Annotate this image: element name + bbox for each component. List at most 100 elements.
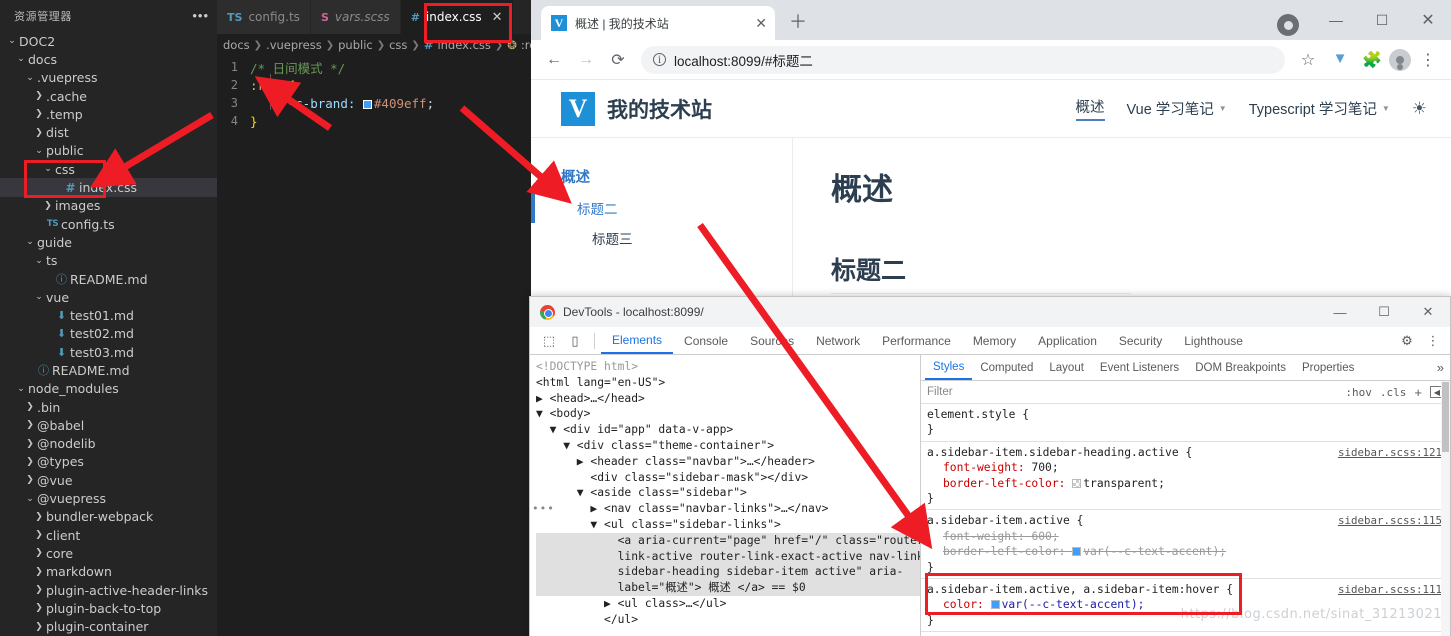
tree-item-ts[interactable]: ⌄ts: [0, 252, 217, 270]
dom-line[interactable]: <!DOCTYPE html>: [536, 359, 920, 375]
dom-line[interactable]: ▶ <nav class="navbar-links">…</nav>: [536, 501, 920, 517]
css-property-value[interactable]: 700;: [1031, 461, 1058, 474]
site-brand[interactable]: V 我的技术站: [561, 92, 712, 126]
breadcrumb-item[interactable]: docs: [223, 38, 250, 52]
tree-item-index-css[interactable]: #index.css: [0, 178, 217, 196]
tree-item-node-modules[interactable]: ⌄node_modules: [0, 380, 217, 398]
chevron-down-icon[interactable]: ⌄: [33, 256, 45, 266]
tree-item-plugin-container[interactable]: ❯plugin-container: [0, 618, 217, 636]
css-declaration[interactable]: border-left-color: transparent;: [927, 476, 1444, 491]
dom-line[interactable]: <div class="sidebar-mask"></div>: [536, 470, 920, 486]
breadcrumb-item[interactable]: .vuepress: [266, 38, 322, 52]
chevron-right-icon[interactable]: ❯: [33, 548, 45, 558]
styles-scrollbar[interactable]: [1441, 381, 1450, 636]
dom-line[interactable]: sidebar-heading sidebar-item active" ari…: [536, 564, 920, 580]
tree-item--vuepress[interactable]: ⌄.vuepress: [0, 69, 217, 87]
tree-item--vue[interactable]: ❯@vue: [0, 471, 217, 489]
dom-line[interactable]: link-active router-link-exact-active nav…: [536, 549, 920, 565]
scrollbar-thumb[interactable]: [1442, 382, 1449, 452]
chevron-right-icon[interactable]: ❯: [33, 603, 45, 613]
devtools-tab-memory[interactable]: Memory: [962, 327, 1027, 354]
gear-icon[interactable]: ⚙: [1394, 328, 1420, 354]
devtools-tab-performance[interactable]: Performance: [871, 327, 962, 354]
tree-item-dist[interactable]: ❯dist: [0, 123, 217, 141]
dom-line[interactable]: </ul>: [536, 612, 920, 628]
chevron-right-icon[interactable]: ❯: [33, 585, 45, 595]
tree-item-test02-md[interactable]: ⬇test02.md: [0, 325, 217, 343]
tree-item-bundler-webpack[interactable]: ❯bundler-webpack: [0, 508, 217, 526]
browser-tab[interactable]: V 概述 | 我的技术站 ✕: [541, 6, 775, 40]
sun-icon[interactable]: ☀: [1412, 99, 1427, 119]
tree-item-readme-md[interactable]: ⓘREADME.md: [0, 361, 217, 379]
dom-line[interactable]: label="概述"> 概述 </a> == $0: [536, 580, 920, 596]
chevron-right-icon[interactable]: ❯: [33, 622, 45, 632]
sidebar-item-2[interactable]: 标题二: [531, 193, 792, 223]
css-property-name[interactable]: font-weight:: [927, 530, 1025, 543]
css-property-value[interactable]: transparent;: [1083, 477, 1165, 490]
css-rule-2[interactable]: a.sidebar-item.sidebar-heading.active {s…: [921, 442, 1450, 511]
tree-item-plugin-active-header-links[interactable]: ❯plugin-active-header-links: [0, 581, 217, 599]
css-rule-4[interactable]: a.sidebar-item.active, a.sidebar-item:ho…: [921, 579, 1450, 632]
plus-icon[interactable]: ＋: [789, 8, 807, 34]
css-declaration[interactable]: font-weight: 600;: [927, 529, 1444, 544]
css-property-name[interactable]: font-weight:: [927, 461, 1025, 474]
chevron-down-icon[interactable]: ⌄: [42, 164, 54, 174]
address-bar[interactable]: i localhost:8099/#标题二: [641, 46, 1285, 74]
dom-ellipsis-icon[interactable]: •••: [532, 501, 555, 517]
chevron-right-icon[interactable]: ❯: [33, 128, 45, 138]
tree-item-test03-md[interactable]: ⬇test03.md: [0, 343, 217, 361]
navlink-3[interactable]: Typescript 学习笔记▼: [1249, 98, 1390, 119]
tree-item-config-ts[interactable]: TSconfig.ts: [0, 215, 217, 233]
dom-line[interactable]: ▼ <aside class="sidebar">: [536, 485, 920, 501]
css-property-value[interactable]: var(--c-text-accent);: [1083, 545, 1226, 558]
devtools-tab-sources[interactable]: Sources: [739, 327, 805, 354]
dom-line[interactable]: ▼ <div class="theme-container">: [536, 438, 920, 454]
dom-line[interactable]: ▼ <body>: [536, 406, 920, 422]
tree-item--nodelib[interactable]: ❯@nodelib: [0, 435, 217, 453]
css-declaration[interactable]: border-left-color: var(--c-text-accent);: [927, 544, 1444, 559]
editor-tab-config-ts[interactable]: TSconfig.ts: [217, 0, 311, 34]
maximize-button[interactable]: ☐: [1359, 0, 1405, 40]
breadcrumb-item[interactable]: css: [389, 38, 407, 52]
chevron-right-icon[interactable]: ❯: [42, 201, 54, 211]
chevron-right-icon[interactable]: ❯: [33, 512, 45, 522]
navlink-2[interactable]: Vue 学习笔记▼: [1127, 98, 1227, 119]
kebab-menu-icon[interactable]: ⋮: [1413, 45, 1443, 75]
css-property-name[interactable]: color:: [927, 598, 984, 611]
styles-tab-layout[interactable]: Layout: [1041, 355, 1092, 380]
chevron-down-icon[interactable]: ⌄: [24, 237, 36, 247]
dom-line[interactable]: ▼ <div id="app" data-v-app>: [536, 422, 920, 438]
color-swatch-icon[interactable]: [363, 100, 372, 109]
css-rule-5[interactable]: a.sidebar-item {sidebar.scss:108: [921, 632, 1450, 636]
chevron-down-icon[interactable]: ⌄: [24, 73, 36, 83]
tree-item-client[interactable]: ❯client: [0, 526, 217, 544]
info-icon[interactable]: i: [653, 53, 666, 66]
chevron-right-icon[interactable]: ❯: [33, 91, 45, 101]
css-rule-source-link[interactable]: sidebar.scss:111: [1338, 582, 1442, 597]
chevron-right-icon[interactable]: ❯: [33, 567, 45, 577]
kebab-menu-icon[interactable]: ⋮: [1420, 328, 1446, 354]
minimize-button[interactable]: —: [1318, 297, 1362, 327]
devtools-tab-application[interactable]: Application: [1027, 327, 1108, 354]
code-area[interactable]: 1 /* 日间模式 */ 2 :root{ 3 --c-brand: #409e…: [217, 56, 531, 130]
breadcrumb[interactable]: docs❯.vuepress❯public❯css❯#index.css❯❂:r…: [217, 34, 531, 56]
chevron-down-icon[interactable]: ⌄: [33, 146, 45, 156]
arrow-right-icon[interactable]: →: [571, 45, 601, 75]
chevron-down-icon[interactable]: ⌄: [6, 36, 18, 46]
styles-tab-styles[interactable]: Styles: [925, 355, 972, 380]
chevron-right-icon[interactable]: ❯: [33, 109, 45, 119]
chevron-right-icon[interactable]: ❯: [24, 420, 36, 430]
chevron-right-icon[interactable]: ❯: [24, 402, 36, 412]
chevron-right-icon[interactable]: ❯: [33, 530, 45, 540]
close-icon[interactable]: ✕: [492, 10, 503, 25]
editor-tab-index-css[interactable]: #index.css✕: [401, 0, 514, 34]
more-tabs-icon[interactable]: »: [1437, 360, 1444, 375]
tree-item-doc2[interactable]: ⌄DOC2: [0, 32, 217, 50]
filter-input[interactable]: Filter: [927, 386, 1337, 398]
chevron-down-icon[interactable]: ⌄: [24, 494, 36, 504]
dom-line[interactable]: ▼ <ul class="sidebar-links">: [536, 517, 920, 533]
css-rule-selector[interactable]: element.style {: [927, 407, 1444, 422]
navlink-1[interactable]: 概述: [1076, 96, 1105, 121]
tree-item-vue[interactable]: ⌄vue: [0, 288, 217, 306]
css-property-value[interactable]: 600;: [1031, 530, 1058, 543]
